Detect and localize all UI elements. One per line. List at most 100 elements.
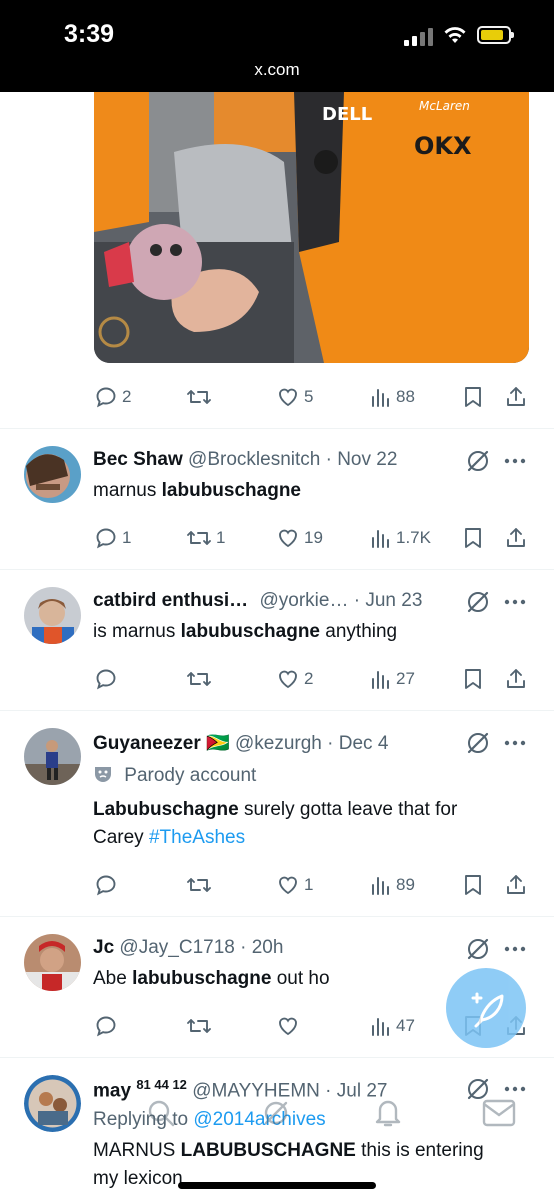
repost-button[interactable] [186, 1011, 212, 1041]
divider [0, 569, 554, 570]
grok-icon[interactable] [465, 730, 491, 756]
grok-icon[interactable] [465, 936, 491, 962]
like-button[interactable]: 2 [276, 664, 313, 694]
views-icon [372, 877, 389, 895]
reply-button[interactable]: 1 [94, 523, 131, 553]
url-bar[interactable]: x.com [0, 60, 554, 80]
post-actions: 2 27 [94, 664, 534, 694]
views-count: 27 [396, 669, 415, 688]
views-button[interactable]: 47 [370, 1011, 415, 1041]
share-button[interactable] [504, 664, 528, 694]
like-count: 2 [304, 669, 314, 688]
display-name[interactable]: Guyaneezer [93, 733, 201, 754]
like-button[interactable]: 19 [276, 523, 323, 553]
divider [0, 916, 554, 917]
flag: 🇬🇾 [206, 733, 230, 754]
avatar[interactable] [24, 728, 81, 785]
timestamp[interactable]: · Jun 23 [354, 590, 423, 611]
wifi-icon [444, 27, 466, 43]
tweet-text: marnus labubuschagne [93, 477, 523, 505]
bookmark-icon [465, 669, 481, 689]
like-button[interactable]: 5 [276, 382, 313, 412]
svg-text:McLaren: McLaren [419, 99, 470, 113]
bookmark-icon [465, 387, 481, 407]
views-icon [372, 671, 389, 689]
timestamp[interactable]: · Dec 4 [327, 733, 388, 754]
reply-button[interactable] [94, 1011, 118, 1041]
views-button[interactable]: 1.7K [370, 523, 431, 553]
repost-button[interactable] [186, 664, 212, 694]
views-count: 1.7K [396, 528, 431, 547]
bookmark-button[interactable] [462, 664, 484, 694]
avatar[interactable] [24, 446, 81, 503]
battery-icon [477, 26, 514, 44]
like-button[interactable] [276, 1011, 300, 1041]
reply-button[interactable] [94, 664, 118, 694]
home-indicator[interactable] [178, 1182, 376, 1189]
handle[interactable]: @Jay_C1718 [119, 937, 234, 958]
grok-icon[interactable] [465, 589, 491, 615]
post-media-image[interactable]: DELL McLaren OKX [94, 92, 529, 363]
text-bold: Labubuschagne [93, 799, 239, 820]
divider [0, 428, 554, 429]
share-button[interactable] [504, 523, 528, 553]
reply-button[interactable]: 2 [94, 382, 131, 412]
timestamp[interactable]: · Nov 22 [326, 449, 398, 470]
tweet-header: Guyaneezer 🇬🇾 @kezurgh · Dec 4 [93, 731, 493, 755]
parody-text: Parody account [124, 765, 257, 786]
post-actions: 2 5 88 [94, 382, 534, 412]
text-segment: surely gotta leave that for [243, 799, 458, 820]
reply-button[interactable] [94, 870, 118, 900]
repost-button[interactable]: 1 [186, 523, 225, 553]
reply-icon [96, 387, 116, 408]
repost-icon [187, 1019, 211, 1033]
repost-icon [187, 531, 211, 545]
like-count: 5 [304, 387, 314, 406]
more-icon[interactable] [504, 734, 526, 752]
notifications-icon[interactable] [372, 1095, 404, 1129]
grok-icon[interactable] [465, 448, 491, 474]
post-actions: 1 89 [94, 870, 534, 900]
handle[interactable]: @Brocklesnitch [188, 449, 320, 470]
avatar[interactable] [24, 934, 81, 991]
handle[interactable]: @yorkie… [259, 590, 348, 611]
display-name[interactable]: Bec Shaw [93, 449, 183, 470]
more-icon[interactable] [504, 452, 526, 470]
status-time: 3:39 [64, 20, 115, 48]
views-icon [372, 1018, 389, 1036]
share-icon [507, 875, 525, 894]
hashtag-link[interactable]: #TheAshes [149, 827, 245, 848]
text-bold: labubuschagne [132, 968, 272, 989]
more-icon[interactable] [504, 940, 526, 958]
tweet-text: is marnus labubuschagne anything [93, 618, 523, 646]
reply-count: 2 [122, 387, 132, 406]
text-segment: marnus [93, 480, 162, 501]
grok-nav-icon[interactable] [260, 1097, 292, 1129]
like-button[interactable]: 1 [276, 870, 313, 900]
timestamp[interactable]: · 20h [240, 937, 283, 958]
compose-button[interactable] [446, 968, 526, 1048]
views-button[interactable]: 27 [370, 664, 415, 694]
repost-button[interactable] [186, 870, 212, 900]
bookmark-icon [465, 875, 481, 895]
heart-icon [279, 670, 297, 689]
display-name[interactable]: catbird enthusi… [93, 590, 248, 611]
divider [0, 710, 554, 711]
bookmark-button[interactable] [462, 523, 484, 553]
views-icon [372, 389, 389, 407]
share-button[interactable] [504, 870, 528, 900]
bookmark-button[interactable] [462, 382, 484, 412]
messages-icon[interactable] [482, 1099, 516, 1127]
display-name[interactable]: Jc [93, 937, 114, 958]
repost-button[interactable] [186, 382, 212, 412]
repost-icon [187, 878, 211, 892]
views-button[interactable]: 88 [370, 382, 415, 412]
views-button[interactable]: 89 [370, 870, 415, 900]
search-icon[interactable] [145, 1097, 177, 1129]
bookmark-button[interactable] [462, 870, 484, 900]
avatar[interactable] [24, 587, 81, 644]
more-icon[interactable] [504, 593, 526, 611]
share-button[interactable] [504, 382, 528, 412]
handle[interactable]: @kezurgh [235, 733, 322, 754]
reply-icon [96, 875, 116, 896]
